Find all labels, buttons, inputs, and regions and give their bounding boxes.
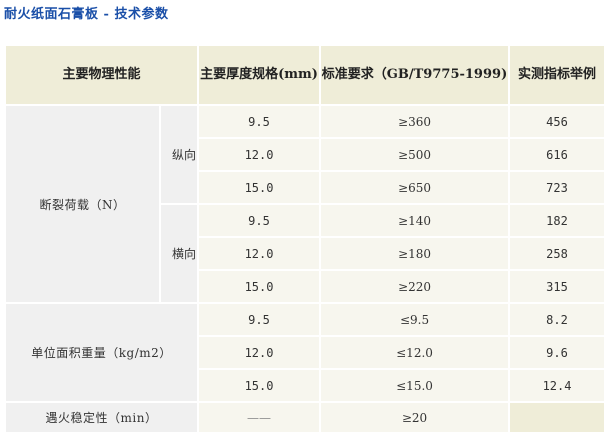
longitudinal-text: 纵向: [172, 147, 197, 162]
thickness-cell: 15.0: [197, 269, 322, 304]
measured-cell: 12.4: [508, 368, 607, 403]
measured-cell: 9.6: [508, 335, 607, 370]
measured-cell: 182: [508, 203, 607, 238]
standard-cell: ≥220: [319, 269, 511, 304]
header-row: 主要物理性能 主要厚度规格(mm) 标准要求（GB/T9775-1999) 实测…: [3, 44, 607, 106]
transverse-label: 横向: [158, 203, 200, 304]
standard-cell: ≥140: [319, 203, 511, 238]
standard-cell: ≥500: [319, 137, 511, 172]
thickness-cell: 12.0: [197, 236, 322, 271]
page-title: 耐火纸面石膏板 - 技术参数: [4, 7, 169, 22]
standard-cell: ≥650: [319, 170, 511, 205]
measured-cell: 723: [508, 170, 607, 205]
measured-cell: 8.2: [508, 302, 607, 337]
thickness-cell: 12.0: [197, 137, 322, 172]
standard-cell: ≥360: [319, 104, 511, 139]
measured-cell-empty: [508, 401, 607, 434]
header-measured: 实测指标举例: [508, 44, 607, 106]
spec-table: 主要物理性能 主要厚度规格(mm) 标准要求（GB/T9775-1999) 实测…: [3, 44, 607, 434]
thickness-cell: 9.5: [197, 203, 322, 238]
fire-stability-label: 遇火稳定性（min）: [3, 401, 200, 434]
header-thickness: 主要厚度规格(mm): [197, 44, 322, 106]
header-measured-label: 实测指标举例: [518, 67, 597, 82]
unit-weight-label: 单位面积重量（kg/m2）: [3, 302, 200, 403]
measured-cell: 456: [508, 104, 607, 139]
longitudinal-label: 纵向: [158, 104, 200, 205]
standard-cell: ≥20: [319, 401, 511, 434]
thickness-cell: 9.5: [197, 104, 322, 139]
header-property: 主要物理性能: [3, 44, 200, 106]
transverse-text: 横向: [172, 246, 197, 261]
table-row: 遇火稳定性（min） —— ≥20: [3, 401, 607, 434]
standard-cell: ≤15.0: [319, 368, 511, 403]
header-thickness-label: 主要厚度规格(mm): [200, 67, 318, 82]
thickness-cell: 15.0: [197, 368, 322, 403]
standard-cell: ≥180: [319, 236, 511, 271]
thickness-cell: 9.5: [197, 302, 322, 337]
thickness-cell: ——: [197, 401, 322, 434]
measured-cell: 616: [508, 137, 607, 172]
measured-cell: 258: [508, 236, 607, 271]
standard-cell: ≤12.0: [319, 335, 511, 370]
header-standard: 标准要求（GB/T9775-1999): [319, 44, 511, 106]
thickness-cell: 12.0: [197, 335, 322, 370]
table-row: 断裂荷载（N） 纵向 9.5 ≥360 456: [4, 104, 607, 304]
measured-cell: 315: [508, 269, 607, 304]
breaking-load-label: 断裂荷载（N）: [4, 104, 161, 304]
thickness-cell: 15.0: [197, 170, 322, 205]
table-row: 单位面积重量（kg/m2） 9.5 ≤9.5 8.2: [3, 302, 607, 403]
standard-cell: ≤9.5: [319, 302, 511, 337]
